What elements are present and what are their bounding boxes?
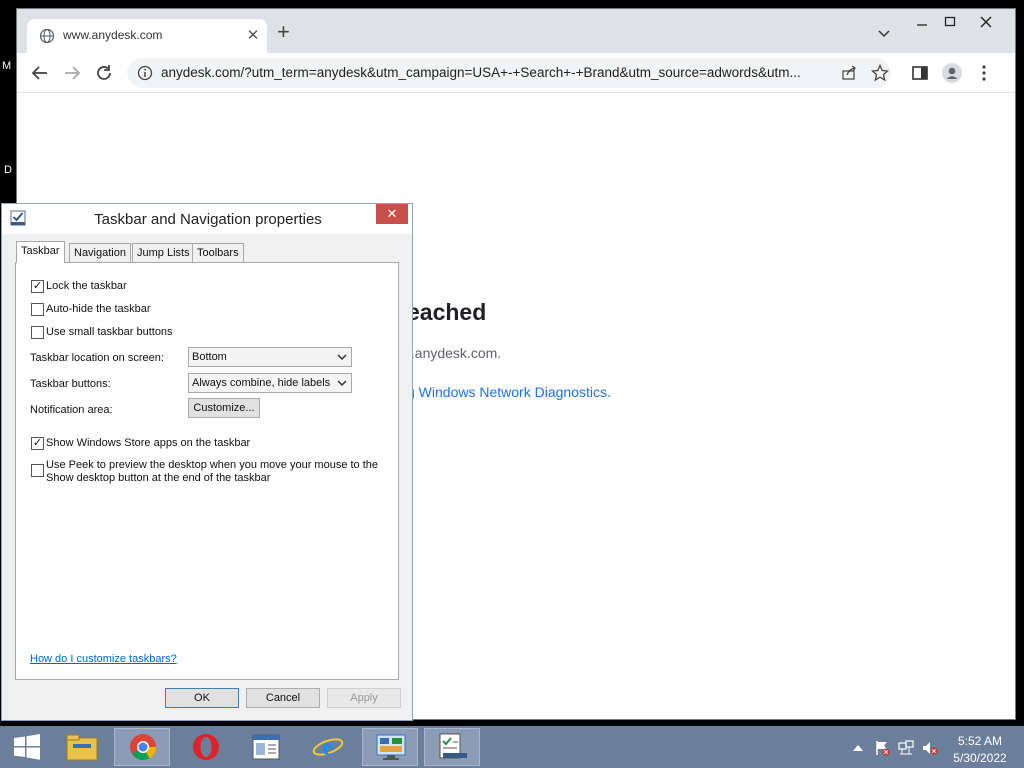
server-icon: [252, 734, 280, 760]
tab-close-icon[interactable]: ✕: [245, 26, 261, 44]
side-panel-icon[interactable]: [909, 62, 931, 84]
dialog-close-button[interactable]: ✕: [376, 204, 408, 224]
auto-hide-label: Auto-hide the taskbar: [46, 303, 151, 315]
address-bar[interactable]: anydesk.com/?utm_term=anydesk&utm_campai…: [127, 58, 891, 88]
dialog-titlebar[interactable]: Taskbar and Navigation properties ✕: [2, 204, 412, 234]
desktop: M D www.anydesk.com ✕ + anydesk.com/?utm…: [0, 0, 1024, 768]
reload-icon[interactable]: [93, 62, 115, 84]
ie-icon: e: [312, 732, 344, 761]
diagnostics-link[interactable]: g Windows Network Diagnostics.: [407, 384, 611, 400]
dialog-title: Taskbar and Navigation properties: [94, 211, 322, 228]
browser-toolbar: anydesk.com/?utm_term=anydesk&utm_campai…: [17, 53, 1015, 93]
peek-label-line1: Use Peek to preview the desktop when you…: [46, 459, 379, 471]
apply-button[interactable]: Apply: [327, 688, 401, 708]
tab-panel: ✓ Lock the taskbar Auto-hide the taskbar…: [15, 262, 399, 680]
location-select-value: Bottom: [192, 351, 227, 363]
cancel-button[interactable]: Cancel: [246, 688, 320, 708]
taskbar-file-explorer[interactable]: [54, 728, 110, 766]
chrome-icon: [130, 734, 157, 760]
new-tab-button[interactable]: +: [277, 21, 290, 43]
network-icon[interactable]: [898, 740, 914, 756]
tab-jump-lists[interactable]: Jump Lists: [132, 243, 195, 263]
volume-muted-icon[interactable]: [922, 740, 938, 756]
profile-avatar-icon[interactable]: [941, 62, 963, 84]
ok-button[interactable]: OK: [165, 688, 239, 708]
buttons-select[interactable]: Always combine, hide labels: [188, 373, 352, 393]
taskbar-properties-dialog: Taskbar and Navigation properties ✕ Task…: [1, 203, 413, 721]
chevron-down-icon: [337, 354, 347, 361]
customize-button[interactable]: Customize...: [188, 398, 260, 418]
clock-time[interactable]: 5:52 AM: [948, 734, 1012, 748]
small-buttons-checkbox[interactable]: [31, 326, 44, 339]
taskbar-taskbar-properties[interactable]: [424, 728, 480, 766]
help-link[interactable]: How do I customize taskbars?: [30, 653, 177, 665]
url-text: anydesk.com/?utm_term=anydesk&utm_campai…: [161, 65, 801, 80]
lock-taskbar-checkbox[interactable]: ✓: [31, 280, 44, 293]
desktop-edge-text: D: [4, 164, 12, 176]
globe-icon: [39, 28, 55, 44]
tab-title: www.anydesk.com: [63, 28, 163, 42]
notification-area-label: Notification area:: [30, 404, 113, 416]
svg-text:e: e: [322, 732, 334, 761]
auto-hide-checkbox[interactable]: [31, 303, 44, 316]
tray-overflow-chevron-icon[interactable]: [850, 740, 866, 756]
clock-date[interactable]: 5/30/2022: [948, 751, 1012, 765]
small-buttons-label: Use small taskbar buttons: [46, 326, 173, 338]
location-label: Taskbar location on screen:: [30, 352, 164, 364]
taskbar-control-panel[interactable]: [362, 728, 418, 766]
tab-navigation[interactable]: Navigation: [69, 243, 131, 263]
store-apps-label: Show Windows Store apps on the taskbar: [46, 437, 251, 449]
menu-kebab-icon[interactable]: [973, 62, 995, 84]
browser-tab[interactable]: www.anydesk.com ✕: [27, 19, 267, 53]
forward-arrow-icon[interactable]: [61, 62, 83, 84]
opera-icon: [193, 734, 219, 760]
tab-taskbar[interactable]: Taskbar: [16, 241, 65, 263]
action-center-flag-icon[interactable]: [874, 740, 890, 756]
windows-logo-icon: [14, 734, 40, 760]
taskbar-server-manager[interactable]: [238, 728, 294, 766]
error-heading: eached: [407, 299, 487, 325]
folder-icon: [66, 734, 98, 761]
store-apps-checkbox[interactable]: ✓: [31, 437, 44, 450]
taskbar-properties-icon: [439, 733, 467, 759]
back-arrow-icon[interactable]: [29, 62, 51, 84]
error-host: /.anydesk.com.: [407, 345, 502, 361]
control-panel-icon: [376, 734, 406, 760]
tab-toolbars[interactable]: Toolbars: [192, 243, 244, 263]
share-icon[interactable]: [841, 65, 857, 81]
peek-label-line2: Show desktop button at the end of the ta…: [46, 472, 271, 484]
taskbar-opera[interactable]: [178, 728, 234, 766]
location-select[interactable]: Bottom: [188, 347, 352, 367]
desktop-edge-text: M: [2, 60, 12, 72]
taskbar-chrome[interactable]: [114, 728, 170, 766]
maximize-button[interactable]: [933, 11, 967, 33]
site-info-icon[interactable]: [137, 65, 153, 81]
tab-strip: www.anydesk.com ✕ +: [17, 9, 1015, 53]
buttons-select-value: Always combine, hide labels: [192, 377, 331, 389]
chevron-down-icon: [337, 380, 347, 387]
taskbar-internet-explorer[interactable]: e: [300, 728, 356, 766]
lock-taskbar-label: Lock the taskbar: [46, 280, 127, 292]
buttons-label: Taskbar buttons:: [30, 378, 111, 390]
close-window-button[interactable]: [969, 11, 1003, 33]
bookmark-star-icon[interactable]: [871, 64, 889, 82]
peek-checkbox[interactable]: [31, 464, 44, 477]
taskbar: e 5:52 AM 5/30/2022: [0, 726, 1024, 768]
tab-search-chevron-icon[interactable]: [877, 27, 891, 41]
start-button[interactable]: [0, 728, 56, 766]
